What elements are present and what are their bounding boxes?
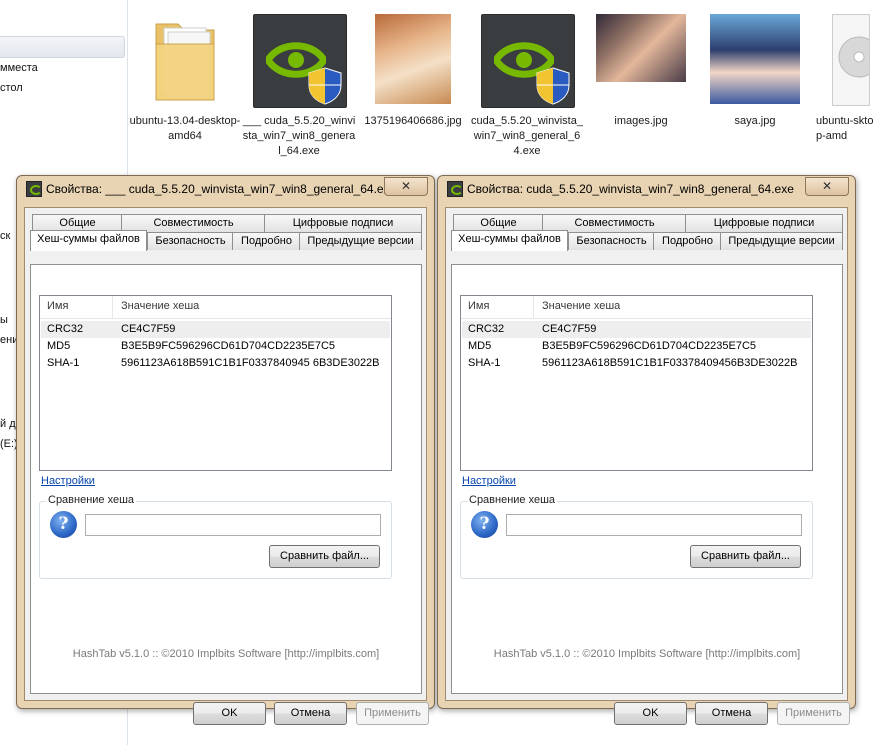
hash-algorithm: MD5: [468, 340, 492, 352]
hash-row[interactable]: SHA-1 5961123A618B591C1B1F0337840945 6B3…: [41, 355, 390, 372]
disc-image-icon: [832, 14, 877, 106]
hash-value: B3E5B9FC596296CD61D704CD2235E7C5: [121, 340, 336, 352]
file-list: ubuntu-13.04-desktop-amd64 ___ cuda_5.5.…: [128, 0, 877, 175]
title-bar[interactable]: Свойства: ___ cuda_5.5.20_winvista_win7_…: [17, 176, 434, 202]
close-button[interactable]: ✕: [805, 177, 849, 196]
file-name: cuda_5.5.20_winvista_win7_win8_general_6…: [471, 115, 583, 157]
tab-panel: Имя Значение хеша CRC32 CE4C7F59 MD5 B3E…: [30, 264, 422, 694]
woman-photo-thumbnail: [596, 14, 686, 82]
hash-list[interactable]: Имя Значение хеша CRC32 CE4C7F59 MD5 B3E…: [460, 295, 813, 471]
tab-details[interactable]: Подробно: [232, 232, 301, 250]
hash-row[interactable]: MD5 B3E5B9FC596296CD61D704CD2235E7C5: [41, 338, 390, 355]
properties-dialog: Свойства: cuda_5.5.20_winvista_win7_win8…: [437, 175, 856, 725]
hash-row[interactable]: CRC32 CE4C7F59: [41, 321, 390, 338]
hash-algorithm: SHA-1: [47, 357, 80, 369]
uac-shield-icon: [308, 67, 342, 105]
file-name: ubuntu-sktop-amd: [816, 115, 874, 142]
list-header: Имя Значение хеша: [461, 296, 812, 319]
question-icon: ?: [50, 511, 77, 538]
cancel-button[interactable]: Отмена: [274, 702, 347, 725]
dialog-title: Свойства: ___ cuda_5.5.20_winvista_win7_…: [46, 182, 397, 196]
file-name: ubuntu-13.04-desktop-amd64: [129, 115, 241, 142]
hash-value: 5961123A618B591C1B1F03378409456B3DE3022B: [542, 357, 798, 369]
nav-item[interactable]: ы: [0, 314, 8, 326]
dialog-title: Свойства: cuda_5.5.20_winvista_win7_win8…: [467, 182, 794, 196]
cat-photo-thumbnail: [375, 14, 451, 104]
file-name: images.jpg: [614, 115, 668, 127]
file-item[interactable]: ubuntu-13.04-desktop-amd64: [128, 0, 242, 144]
ok-button[interactable]: OK: [193, 702, 266, 725]
file-item[interactable]: ___ cuda_5.5.20_winvista_win7_win8_gener…: [242, 0, 356, 159]
file-item[interactable]: ubuntu-sktop-amd: [812, 0, 877, 144]
nvidia-installer-icon: [253, 14, 347, 108]
tab-details[interactable]: Подробно: [653, 232, 722, 250]
group-label: Сравнение хеша: [467, 494, 558, 506]
tab-digital-signatures[interactable]: Цифровые подписи: [685, 214, 843, 232]
column-header-name[interactable]: Имя: [47, 300, 68, 312]
hash-value: 5961123A618B591C1B1F0337840945 6B3DE3022…: [121, 357, 380, 369]
file-name: ___ cuda_5.5.20_winvista_win7_win8_gener…: [242, 115, 356, 157]
hash-compare-input[interactable]: [85, 514, 381, 536]
hash-compare-input[interactable]: [506, 514, 802, 536]
group-label: Сравнение хеша: [46, 494, 137, 506]
column-header-name[interactable]: Имя: [468, 300, 489, 312]
file-item[interactable]: saya.jpg: [698, 0, 812, 129]
nav-item[interactable]: мместа: [0, 62, 38, 74]
tab-security[interactable]: Безопасность: [147, 232, 234, 250]
tab-digital-signatures[interactable]: Цифровые подписи: [264, 214, 422, 232]
close-button[interactable]: ✕: [384, 177, 428, 196]
hash-row[interactable]: MD5 B3E5B9FC596296CD61D704CD2235E7C5: [462, 338, 811, 355]
file-item[interactable]: 1375196406686.jpg: [356, 0, 470, 129]
nvidia-app-icon: [447, 181, 463, 197]
hash-algorithm: MD5: [47, 340, 71, 352]
hashtab-footer: HashTab v5.1.0 :: ©2010 Implbits Softwar…: [72, 648, 380, 660]
properties-dialog: Свойства: ___ cuda_5.5.20_winvista_win7_…: [16, 175, 435, 725]
list-header: Имя Значение хеша: [40, 296, 391, 319]
file-name: saya.jpg: [734, 115, 776, 127]
column-header-hash-value[interactable]: Значение хеша: [121, 300, 199, 312]
settings-link[interactable]: Настройки: [41, 475, 95, 487]
hash-algorithm: SHA-1: [468, 357, 501, 369]
hash-value: CE4C7F59: [542, 323, 597, 335]
folder-icon: [155, 23, 215, 101]
tab-file-hashes[interactable]: Хеш-суммы файлов: [451, 230, 568, 251]
hashtab-footer: HashTab v5.1.0 :: ©2010 Implbits Softwar…: [493, 648, 801, 660]
apply-button[interactable]: Применить: [777, 702, 850, 725]
tab-file-hashes[interactable]: Хеш-суммы файлов: [30, 230, 147, 251]
nav-selected-item[interactable]: [0, 36, 125, 58]
nvidia-installer-icon: [481, 14, 575, 108]
apply-button[interactable]: Применить: [356, 702, 429, 725]
hash-row[interactable]: CRC32 CE4C7F59: [462, 321, 811, 338]
hash-algorithm: CRC32: [468, 323, 505, 335]
file-name: 1375196406686.jpg: [364, 115, 462, 127]
ok-button[interactable]: OK: [614, 702, 687, 725]
cancel-button[interactable]: Отмена: [695, 702, 768, 725]
tab-previous-versions[interactable]: Предыдущие версии: [720, 232, 843, 250]
question-icon: ?: [471, 511, 498, 538]
nav-item[interactable]: ск: [0, 230, 10, 242]
settings-link[interactable]: Настройки: [462, 475, 516, 487]
dialog-client-area: Общие Совместимость Цифровые подписи Хеш…: [24, 207, 429, 725]
hash-compare-group: Сравнение хеша ? Сравнить файл...: [39, 494, 392, 579]
compare-file-button[interactable]: Сравнить файл...: [690, 545, 801, 568]
title-bar[interactable]: Свойства: cuda_5.5.20_winvista_win7_win8…: [438, 176, 855, 202]
tab-panel: Имя Значение хеша CRC32 CE4C7F59 MD5 B3E…: [451, 264, 843, 694]
hash-list[interactable]: Имя Значение хеша CRC32 CE4C7F59 MD5 B3E…: [39, 295, 392, 471]
uac-shield-icon: [536, 67, 570, 105]
hash-row[interactable]: SHA-1 5961123A618B591C1B1F03378409456B3D…: [462, 355, 811, 372]
hash-algorithm: CRC32: [47, 323, 84, 335]
dialog-client-area: Общие Совместимость Цифровые подписи Хеш…: [445, 207, 850, 725]
hash-value: B3E5B9FC596296CD61D704CD2235E7C5: [542, 340, 757, 352]
anime-image-thumbnail: [710, 14, 800, 104]
column-header-hash-value[interactable]: Значение хеша: [542, 300, 620, 312]
tab-previous-versions[interactable]: Предыдущие версии: [299, 232, 422, 250]
hash-compare-group: Сравнение хеша ? Сравнить файл...: [460, 494, 813, 579]
tab-security[interactable]: Безопасность: [568, 232, 655, 250]
hash-value: CE4C7F59: [121, 323, 176, 335]
nav-item[interactable]: стол: [0, 82, 23, 94]
nvidia-app-icon: [26, 181, 42, 197]
file-item[interactable]: cuda_5.5.20_winvista_win7_win8_general_6…: [470, 0, 584, 159]
file-item[interactable]: images.jpg: [584, 0, 698, 129]
compare-file-button[interactable]: Сравнить файл...: [269, 545, 380, 568]
